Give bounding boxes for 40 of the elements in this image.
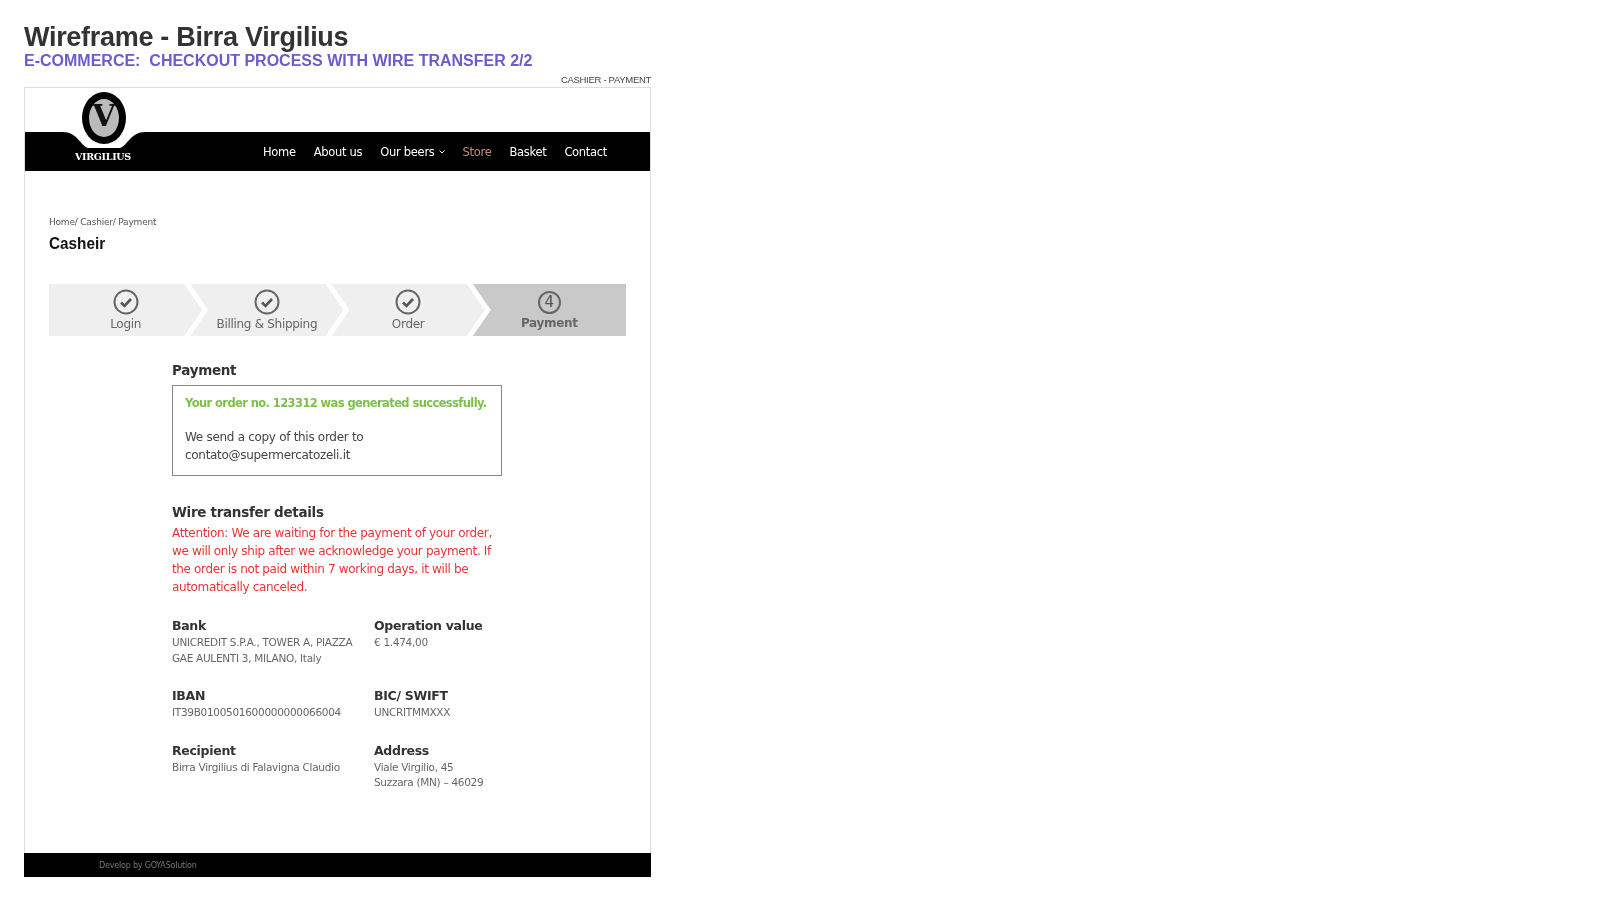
document-title: Wireframe - Birra Virgilius bbox=[24, 22, 350, 52]
breadcrumb: Home/ Cashier/ Payment bbox=[49, 217, 158, 227]
logo-monogram: V bbox=[91, 98, 117, 134]
footer-credit: Develop by GOYASolution bbox=[99, 860, 197, 870]
field-value: UNICREDIT S.P.A., TOWER A, PIAZZA GAE AULENTI 3, MILANO, Italy bbox=[172, 635, 354, 666]
field-label: Recipient bbox=[172, 742, 237, 758]
field-value: UNCRITMMXXX bbox=[374, 705, 452, 720]
nav-link[interactable]: Our beers bbox=[380, 144, 445, 159]
field-label: IBAN bbox=[172, 688, 207, 703]
nav-link[interactable]: Basket bbox=[509, 144, 547, 159]
field-label: Bank bbox=[172, 618, 207, 633]
nav-link[interactable]: Home bbox=[263, 144, 296, 159]
copy-note: We send a copy of this order to contato@supermercatozeli.it bbox=[185, 429, 365, 464]
section-heading: Wire transfer details bbox=[172, 504, 325, 520]
field-label: Address bbox=[374, 742, 430, 758]
check-circle-icon bbox=[253, 289, 280, 315]
screen-label: CASHIER - PAYMENT bbox=[560, 74, 651, 85]
checkout-step: 4 Payment bbox=[472, 284, 626, 336]
field-value: IT39B0100501600000000066004 bbox=[172, 705, 342, 720]
field-value: Birra Virgilius di Falavigna Claudio bbox=[172, 759, 341, 775]
nav-link[interactable]: About us bbox=[313, 144, 363, 159]
field-label: Operation value bbox=[374, 618, 484, 633]
checkout-step: Order bbox=[331, 284, 485, 336]
page-title: Casheir bbox=[49, 234, 106, 254]
success-message: Your order no. 123312 was generated successfully. bbox=[185, 396, 488, 410]
document-subtitle: E-COMMERCE: CHECKOUT PROCESS WITH WIRE TRANSFER 2/2 bbox=[24, 52, 533, 70]
logo-wordmark: VIRGILIUS bbox=[75, 151, 131, 162]
field-value: Viale Virgilio, 45 Suzzara (MN) – 46029 bbox=[374, 759, 485, 790]
field-label: BIC/ SWIFT bbox=[374, 688, 449, 703]
checkout-step: Login bbox=[49, 284, 203, 336]
field-value: € 1.474,00 bbox=[374, 635, 429, 650]
chevron-down-icon bbox=[438, 149, 445, 154]
nav-link[interactable]: Store bbox=[462, 144, 492, 159]
step-number: 4 bbox=[537, 290, 561, 314]
checkout-step: Billing & Shipping bbox=[190, 284, 344, 336]
section-heading: Payment bbox=[172, 362, 238, 378]
check-circle-icon bbox=[112, 289, 139, 315]
nav-link[interactable]: Contact bbox=[564, 144, 608, 159]
check-circle-icon bbox=[395, 289, 422, 315]
warning-text: Attention: We are waiting for the payment of your order, we will only ship after we acknowledge your payment. If the order is not paid within 7 working days, it will be automatically canceled. bbox=[172, 525, 493, 596]
